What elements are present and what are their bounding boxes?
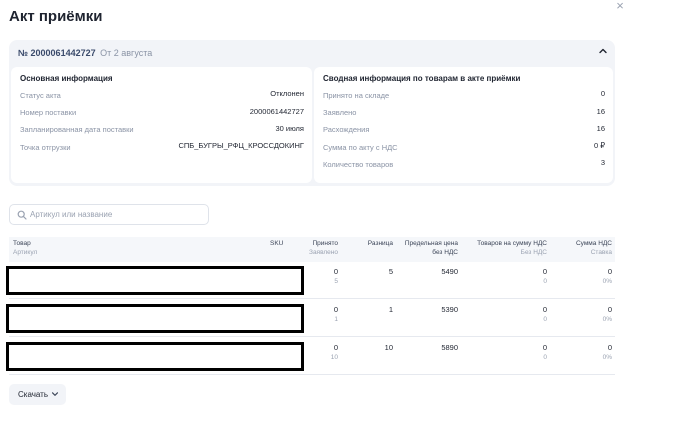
price-cell: 5490 bbox=[441, 267, 458, 276]
act-date: От 2 августа bbox=[100, 48, 153, 58]
download-label: Скачать bbox=[18, 390, 48, 399]
goods-sum-cell: 00 bbox=[542, 343, 547, 361]
status-value: Отклонен bbox=[270, 89, 304, 98]
col-difference: Разница bbox=[367, 240, 393, 247]
vat-cell: 0 0% bbox=[602, 267, 612, 285]
redacted-product bbox=[6, 342, 304, 371]
price-cell: 5890 bbox=[441, 343, 458, 352]
accepted-value: 0 bbox=[600, 89, 605, 98]
summary-panel: Сводная информация по товарам в акте при… bbox=[314, 67, 613, 183]
col-price: Предельная цена без НДС bbox=[404, 240, 458, 256]
search-icon bbox=[17, 210, 27, 220]
goods-sum-cell: 00 bbox=[542, 267, 547, 285]
accepted-cell: 0 10 bbox=[330, 343, 338, 361]
vat-cell: 0 0% bbox=[602, 343, 612, 361]
declared-value: 16 bbox=[596, 107, 605, 116]
table-row[interactable]: 0 10 10 5890 00 0 0% bbox=[6, 338, 615, 375]
col-accepted: Принято Заявлено bbox=[309, 240, 338, 256]
shipping-point-value: СПБ_БУГРЫ_РФЦ_КРОССДОКИНГ bbox=[178, 141, 305, 150]
accepted-cell: 05 bbox=[333, 267, 338, 285]
discrepancy-value: 16 bbox=[596, 124, 605, 133]
chevron-up-icon[interactable] bbox=[598, 46, 608, 56]
col-sku: SKU bbox=[270, 240, 284, 247]
table-header: Товар Артикул SKU Принято Заявлено Разни… bbox=[9, 237, 615, 262]
difference-cell: 1 bbox=[388, 305, 393, 314]
vat-cell: 0 0% bbox=[602, 305, 612, 323]
act-header[interactable]: № 2000061442727 От 2 августа bbox=[18, 48, 152, 58]
goods-count-value: 3 bbox=[600, 158, 605, 167]
redacted-product bbox=[6, 304, 304, 333]
difference-cell: 10 bbox=[384, 343, 393, 352]
close-icon[interactable]: × bbox=[613, 0, 627, 12]
table-row[interactable]: 05 5 5490 00 0 0% bbox=[6, 262, 615, 299]
download-button[interactable]: Скачать bbox=[9, 384, 66, 405]
col-vat: Сумма НДС Ставка bbox=[575, 240, 612, 256]
act-sum-value: 0 ₽ bbox=[593, 141, 605, 150]
price-cell: 5390 bbox=[441, 305, 458, 314]
planned-date-label: Запланированная дата поставки bbox=[20, 125, 134, 134]
shipping-point-label: Точка отгрузки bbox=[20, 143, 71, 152]
main-info-panel: Основная информация Статус акта Отклонен… bbox=[11, 67, 312, 183]
chevron-down-icon bbox=[51, 392, 59, 396]
summary-title: Сводная информация по товарам в акте при… bbox=[323, 74, 521, 83]
act-sum-label: Сумма по акту с НДС bbox=[323, 143, 398, 152]
delivery-number-value: 2000061442727 bbox=[249, 107, 304, 116]
status-label: Статус акта bbox=[20, 91, 61, 100]
act-number: № 2000061442727 bbox=[18, 48, 96, 58]
redacted-product bbox=[6, 266, 304, 295]
goods-count-label: Количество товаров bbox=[323, 160, 394, 169]
col-goods-sum: Товаров на сумму НДС Без НДС bbox=[477, 240, 547, 256]
act-card: № 2000061442727 От 2 августа Основная ин… bbox=[9, 40, 615, 186]
difference-cell: 5 bbox=[388, 267, 393, 276]
table-row[interactable]: 01 1 5390 00 0 0% bbox=[6, 300, 615, 337]
col-product: Товар Артикул bbox=[13, 240, 38, 256]
delivery-number-label: Номер поставки bbox=[20, 108, 77, 117]
main-info-title: Основная информация bbox=[20, 74, 113, 83]
search-input[interactable]: Артикул или название bbox=[9, 204, 209, 225]
accepted-label: Принято на складе bbox=[323, 91, 390, 100]
discrepancy-label: Расхождения bbox=[323, 125, 370, 134]
page-title: Акт приёмки bbox=[9, 8, 103, 25]
accepted-cell: 01 bbox=[333, 305, 338, 323]
declared-label: Заявлено bbox=[323, 108, 357, 117]
goods-sum-cell: 00 bbox=[542, 305, 547, 323]
planned-date-value: 30 июля bbox=[275, 124, 304, 133]
search-placeholder: Артикул или название bbox=[30, 210, 113, 219]
